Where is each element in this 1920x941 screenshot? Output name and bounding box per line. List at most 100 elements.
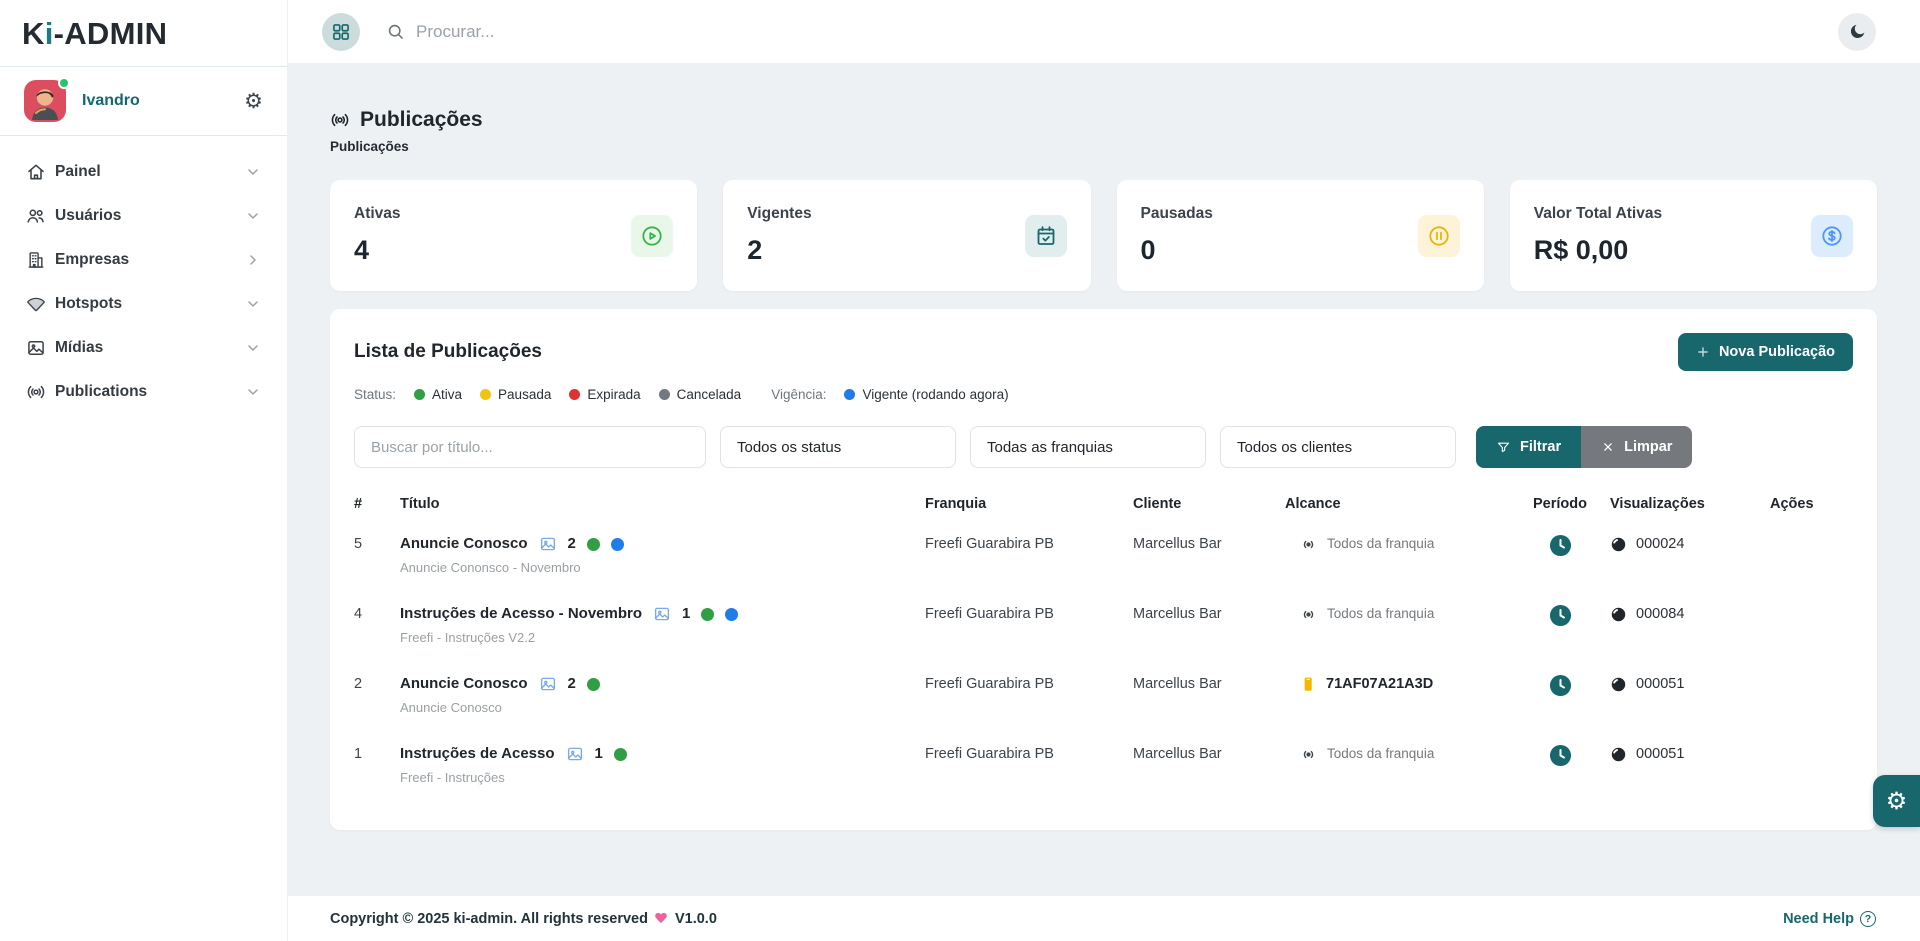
need-help-link[interactable]: Need Help ? bbox=[1783, 911, 1876, 927]
legend-item-ativa: Ativa bbox=[414, 387, 462, 402]
publication-title: Instruções de Acesso bbox=[400, 744, 555, 764]
media-count: 1 bbox=[595, 744, 603, 764]
publication-subtitle: Anuncie Cononsco - Novembro bbox=[400, 560, 925, 575]
media-count: 2 bbox=[568, 674, 576, 694]
help-circle-icon: ? bbox=[1860, 911, 1876, 927]
new-publication-button[interactable]: Nova Publicação bbox=[1678, 333, 1853, 371]
sidebar-nav: Painel Usuários Empresas Hotspots bbox=[0, 136, 287, 428]
chevron-down-icon bbox=[245, 164, 261, 180]
sidebar-item-label: Mídias bbox=[55, 339, 236, 357]
image-icon bbox=[539, 675, 557, 693]
avatar bbox=[24, 80, 66, 122]
pause-circle-icon bbox=[1418, 215, 1460, 257]
gear-icon: ⚙ bbox=[1886, 787, 1908, 816]
chevron-down-icon bbox=[245, 208, 261, 224]
clear-button[interactable]: Limpar bbox=[1581, 426, 1692, 468]
filters-row: Todos os status Todas as franquias Todos… bbox=[330, 402, 1877, 468]
user-block: Ivandro ⚙ bbox=[0, 66, 287, 136]
stat-card-vigentes: Vigentes 2 bbox=[723, 180, 1090, 291]
gray-dot-icon bbox=[659, 389, 670, 400]
legend-item-pausada: Pausada bbox=[480, 387, 551, 402]
sidebar-item-hotspots[interactable]: Hotspots bbox=[0, 282, 287, 326]
alcance-cell: Todos da franquia bbox=[1285, 604, 1510, 624]
clock-icon bbox=[1549, 744, 1572, 767]
status-legend: Status: Ativa Pausada Expirada Cancelada… bbox=[330, 371, 1877, 402]
cliente-select[interactable]: Todos os clientes bbox=[1220, 426, 1456, 468]
page-header: Publicações Publicações bbox=[330, 108, 1877, 154]
plus-icon bbox=[1696, 345, 1710, 359]
device-icon bbox=[1299, 675, 1317, 693]
table-header: # Título Franquia Cliente Alcance Períod… bbox=[330, 496, 1877, 512]
views-count: 000051 bbox=[1636, 744, 1684, 764]
views-count: 000084 bbox=[1636, 604, 1684, 624]
broadcast-icon bbox=[1299, 605, 1318, 624]
broadcast-icon bbox=[1299, 535, 1318, 554]
apps-grid-button[interactable] bbox=[322, 13, 360, 51]
views-count: 000024 bbox=[1636, 534, 1684, 554]
franquia-select[interactable]: Todas as franquias bbox=[970, 426, 1206, 468]
franquia-cell: Freefi Guarabira PB bbox=[925, 534, 1133, 554]
stat-value: 4 bbox=[354, 235, 401, 266]
views-count: 000051 bbox=[1636, 674, 1684, 694]
publication-title: Anuncie Conosco bbox=[400, 534, 528, 554]
dark-mode-toggle[interactable] bbox=[1838, 13, 1876, 51]
status-active-dot bbox=[587, 678, 600, 691]
online-status-dot bbox=[58, 77, 70, 89]
version: V1.0.0 bbox=[675, 911, 717, 927]
users-icon bbox=[26, 206, 46, 226]
title-search-input[interactable] bbox=[354, 426, 706, 468]
search-input[interactable] bbox=[416, 22, 836, 42]
stat-card-valor-total: Valor Total Ativas R$ 0,00 bbox=[1510, 180, 1877, 291]
chevron-down-icon bbox=[245, 340, 261, 356]
sidebar-item-publications[interactable]: Publications bbox=[0, 370, 287, 414]
footer: Copyright © 2025 ki-admin. All rights re… bbox=[288, 896, 1920, 941]
broadcast-icon bbox=[26, 382, 46, 402]
content-area: Publicações Publicações Ativas 4 Vigente… bbox=[288, 64, 1920, 896]
image-icon bbox=[539, 535, 557, 553]
publications-table: # Título Franquia Cliente Alcance Períod… bbox=[330, 496, 1877, 792]
image-icon bbox=[26, 338, 46, 358]
stat-label: Pausadas bbox=[1141, 205, 1213, 223]
table-row: 2 Anuncie Conosco 2 Anuncie Conosco Free… bbox=[330, 652, 1877, 722]
publication-title: Instruções de Acesso - Novembro bbox=[400, 604, 642, 624]
floating-settings-button[interactable]: ⚙ bbox=[1873, 775, 1920, 827]
franquia-cell: Freefi Guarabira PB bbox=[925, 744, 1133, 764]
sidebar-item-empresas[interactable]: Empresas bbox=[0, 238, 287, 282]
broadcast-icon bbox=[330, 110, 350, 130]
stat-label: Ativas bbox=[354, 205, 401, 223]
clock-icon bbox=[1549, 534, 1572, 557]
stat-card-ativas: Ativas 4 bbox=[330, 180, 697, 291]
status-select[interactable]: Todos os status bbox=[720, 426, 956, 468]
publications-list-card: Lista de Publicações Nova Publicação Sta… bbox=[330, 309, 1877, 830]
cliente-cell: Marcellus Bar bbox=[1133, 674, 1285, 694]
legend-status-label: Status: bbox=[354, 387, 396, 402]
status-active-dot bbox=[701, 608, 714, 621]
home-icon bbox=[26, 162, 46, 182]
table-row: 4 Instruções de Acesso - Novembro 1 Free… bbox=[330, 582, 1877, 652]
breadcrumb: Publicações bbox=[330, 139, 1877, 154]
green-dot-icon bbox=[414, 389, 425, 400]
moon-icon bbox=[1848, 22, 1867, 41]
views-icon bbox=[1610, 606, 1627, 623]
media-count: 2 bbox=[568, 534, 576, 554]
publication-subtitle: Freefi - Instruções V2.2 bbox=[400, 630, 925, 645]
dollar-circle-icon bbox=[1811, 215, 1853, 257]
x-icon bbox=[1601, 440, 1615, 454]
user-settings-gear-icon[interactable]: ⚙ bbox=[244, 91, 263, 112]
sidebar-item-midias[interactable]: Mídias bbox=[0, 326, 287, 370]
app-logo: Ki-ADMIN bbox=[0, 0, 287, 66]
main-column: Publicações Publicações Ativas 4 Vigente… bbox=[288, 0, 1920, 941]
filter-button[interactable]: Filtrar bbox=[1476, 426, 1581, 468]
heart-icon bbox=[655, 913, 668, 925]
image-icon bbox=[653, 605, 671, 623]
sidebar: Ki-ADMIN Ivandro ⚙ Painel bbox=[0, 0, 288, 941]
new-publication-label: Nova Publicação bbox=[1719, 344, 1835, 360]
sidebar-item-usuarios[interactable]: Usuários bbox=[0, 194, 287, 238]
status-active-dot bbox=[614, 748, 627, 761]
cliente-cell: Marcellus Bar bbox=[1133, 534, 1285, 554]
logo-k: K bbox=[22, 16, 45, 51]
sidebar-item-painel[interactable]: Painel bbox=[0, 150, 287, 194]
broadcast-icon bbox=[1299, 745, 1318, 764]
chevron-down-icon bbox=[245, 384, 261, 400]
legend-item-cancelada: Cancelada bbox=[659, 387, 742, 402]
